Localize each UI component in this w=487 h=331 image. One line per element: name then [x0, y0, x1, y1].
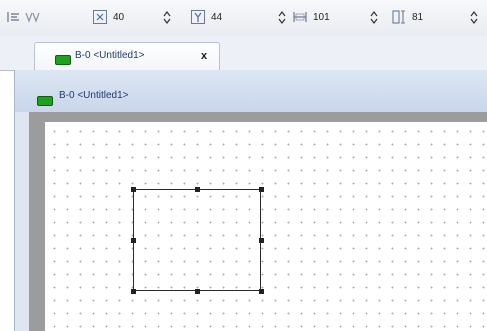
- resize-handle-bottom[interactable]: [195, 289, 200, 294]
- x-position-stepper[interactable]: 40: [111, 9, 171, 26]
- y-position-stepper[interactable]: 44: [209, 9, 286, 26]
- y-position-value[interactable]: 44: [211, 9, 222, 26]
- resize-handle-top[interactable]: [195, 187, 200, 192]
- y-position-icon: [190, 9, 206, 25]
- selected-rectangle[interactable]: [133, 189, 261, 291]
- x-position-value[interactable]: 40: [113, 9, 124, 26]
- resize-handle-top-right[interactable]: [259, 187, 264, 192]
- canvas-border: [29, 112, 487, 331]
- chevron-updown-icon[interactable]: [278, 10, 286, 25]
- frame-title: B-0 <Untitled1>: [59, 90, 129, 101]
- frame-title-bar: B-0 <Untitled1>: [15, 70, 487, 112]
- text-icon[interactable]: [24, 9, 40, 25]
- x-position-icon: [92, 9, 108, 25]
- height-value[interactable]: 81: [412, 9, 423, 26]
- document-tab[interactable]: B-0 <Untitled1> x: [34, 42, 220, 71]
- block-icon: [55, 52, 71, 70]
- drawing-canvas[interactable]: [45, 122, 487, 331]
- chevron-updown-icon[interactable]: [163, 10, 171, 25]
- width-stepper[interactable]: 101: [311, 9, 378, 26]
- block-icon: [37, 93, 53, 111]
- resize-handle-right[interactable]: [259, 238, 264, 243]
- align-left-icon[interactable]: [6, 9, 22, 25]
- resize-handle-left[interactable]: [131, 238, 136, 243]
- document-tabstrip: B-0 <Untitled1> x: [0, 36, 487, 71]
- document-tab-label: B-0 <Untitled1>: [75, 50, 145, 61]
- width-icon: [292, 9, 308, 25]
- width-value[interactable]: 101: [313, 9, 330, 26]
- chevron-updown-icon[interactable]: [370, 10, 378, 25]
- close-tab-button[interactable]: x: [197, 49, 211, 63]
- property-toolbar: 40 44 101 81: [0, 0, 487, 37]
- height-icon: [391, 9, 407, 25]
- height-stepper[interactable]: 81: [410, 9, 478, 26]
- resize-handle-top-left[interactable]: [131, 187, 136, 192]
- chevron-updown-icon[interactable]: [470, 10, 478, 25]
- resize-handle-bottom-right[interactable]: [259, 289, 264, 294]
- block-frame: B-0 <Untitled1>: [14, 70, 487, 331]
- resize-handle-bottom-left[interactable]: [131, 289, 136, 294]
